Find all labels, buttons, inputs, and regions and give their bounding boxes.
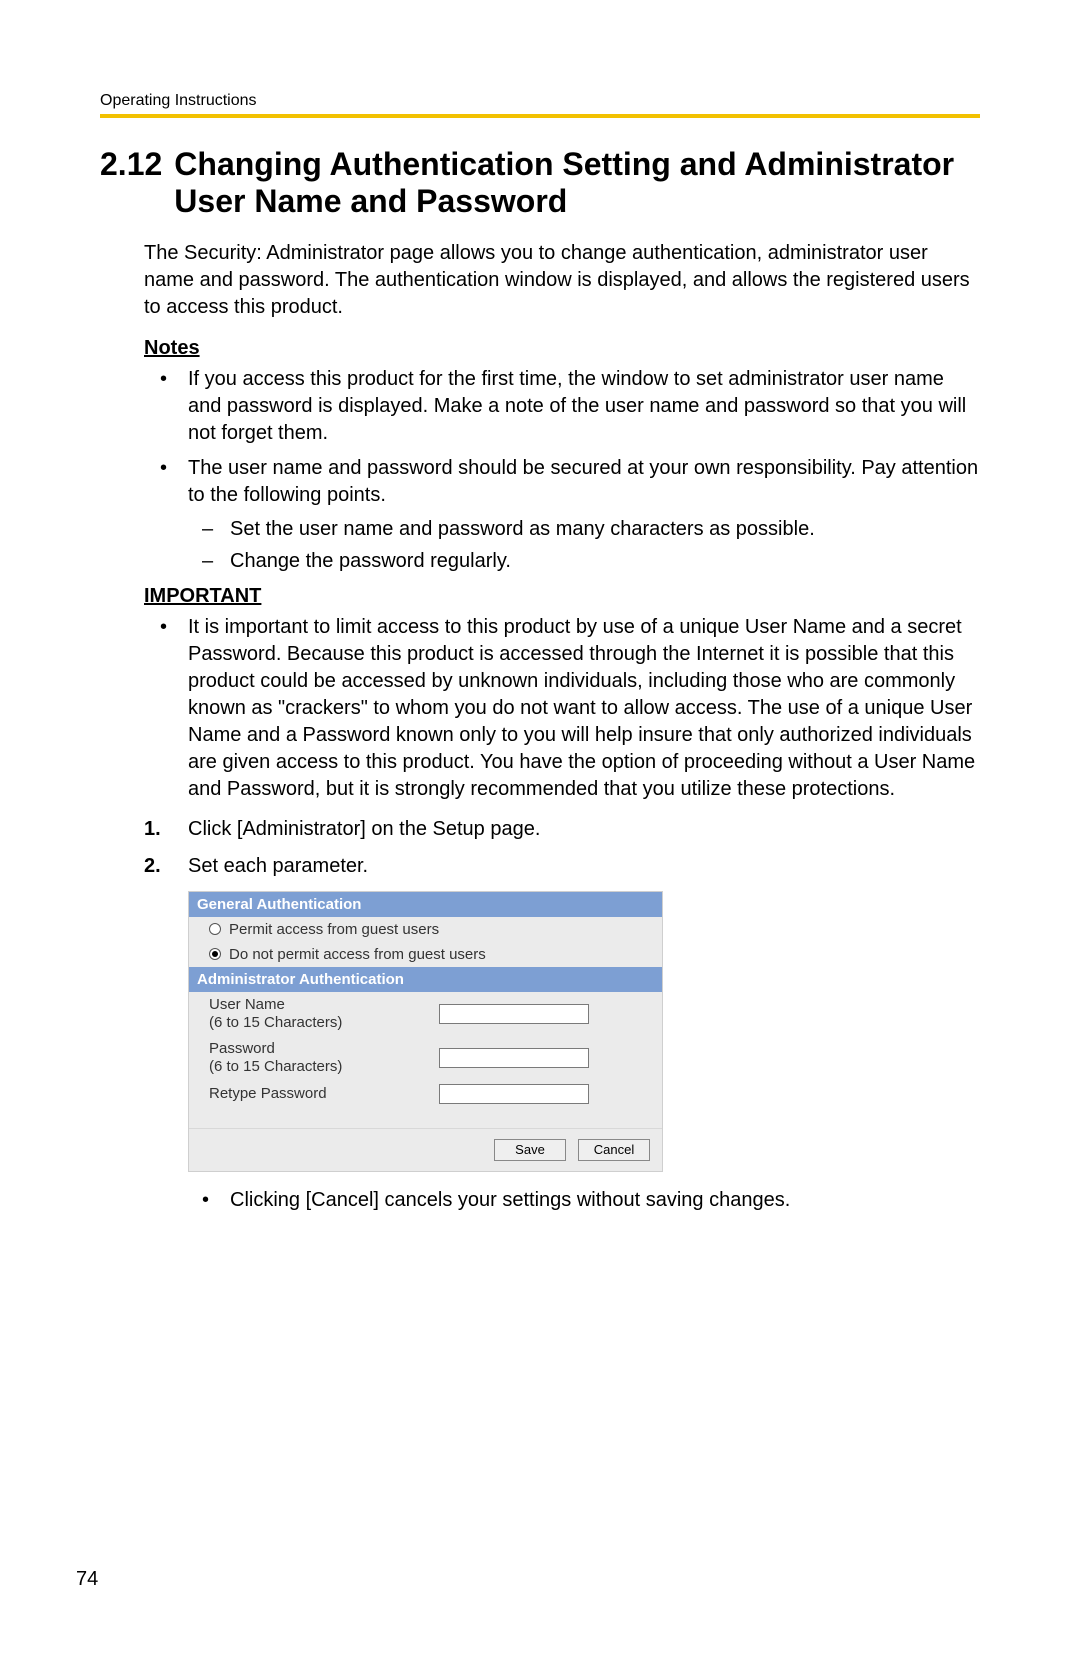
password-row: Password (6 to 15 Characters) xyxy=(189,1036,662,1080)
settings-panel: General Authentication Permit access fro… xyxy=(188,891,663,1172)
general-auth-header: General Authentication xyxy=(189,892,662,917)
step-number: 2. xyxy=(144,852,161,881)
section-heading: Changing Authentication Setting and Admi… xyxy=(174,146,980,220)
password-input[interactable] xyxy=(439,1048,589,1068)
username-row: User Name (6 to 15 Characters) xyxy=(189,992,662,1036)
radio-notpermit-row[interactable]: Do not permit access from guest users xyxy=(189,942,662,967)
radio-label: Do not permit access from guest users xyxy=(229,946,486,963)
header-rule xyxy=(100,114,980,118)
notes-item: If you access this product for the first… xyxy=(188,366,980,447)
button-bar: Save Cancel xyxy=(189,1128,662,1171)
username-label: User Name (6 to 15 Characters) xyxy=(209,996,439,1032)
radio-icon[interactable] xyxy=(209,923,221,935)
intro-paragraph: The Security: Administrator page allows … xyxy=(144,240,980,321)
retype-input[interactable] xyxy=(439,1084,589,1104)
important-item: It is important to limit access to this … xyxy=(188,614,980,803)
save-button[interactable]: Save xyxy=(494,1139,566,1161)
step-item: 1. Click [Administrator] on the Setup pa… xyxy=(144,815,980,844)
step-item: 2. Set each parameter. xyxy=(144,852,980,881)
steps-list: 1. Click [Administrator] on the Setup pa… xyxy=(144,815,980,881)
cancel-button[interactable]: Cancel xyxy=(578,1139,650,1161)
retype-row: Retype Password xyxy=(189,1080,662,1108)
notes-subitem: Set the user name and password as many c… xyxy=(230,515,980,543)
radio-label: Permit access from guest users xyxy=(229,921,439,938)
notes-sublist: Set the user name and password as many c… xyxy=(230,515,980,575)
username-input[interactable] xyxy=(439,1004,589,1024)
important-heading: IMPORTANT xyxy=(144,585,980,608)
step-text: Click [Administrator] on the Setup page. xyxy=(188,818,540,840)
section-title: 2.12 Changing Authentication Setting and… xyxy=(100,146,980,220)
section-number: 2.12 xyxy=(100,146,162,183)
radio-permit-row[interactable]: Permit access from guest users xyxy=(189,917,662,942)
retype-label: Retype Password xyxy=(209,1085,439,1103)
cancel-note-list: Clicking [Cancel] cancels your settings … xyxy=(230,1186,980,1214)
page-number: 74 xyxy=(76,1568,98,1591)
radio-icon[interactable] xyxy=(209,948,221,960)
admin-auth-header: Administrator Authentication xyxy=(189,967,662,992)
notes-list: If you access this product for the first… xyxy=(188,366,980,575)
running-header: Operating Instructions xyxy=(100,92,980,110)
important-list: It is important to limit access to this … xyxy=(188,614,980,803)
notes-heading: Notes xyxy=(144,337,980,360)
notes-item: The user name and password should be sec… xyxy=(188,455,980,575)
password-label: Password (6 to 15 Characters) xyxy=(209,1040,439,1076)
step-text: Set each parameter. xyxy=(188,855,368,877)
step-number: 1. xyxy=(144,815,161,844)
notes-item-text: The user name and password should be sec… xyxy=(188,457,978,506)
cancel-note-item: Clicking [Cancel] cancels your settings … xyxy=(230,1186,980,1214)
notes-subitem: Change the password regularly. xyxy=(230,547,980,575)
